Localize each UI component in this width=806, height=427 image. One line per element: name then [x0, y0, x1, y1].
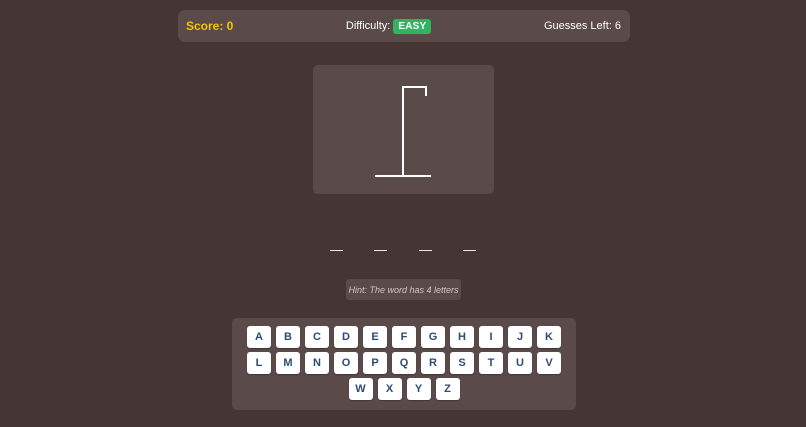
letter-key-y[interactable]: Y [406, 378, 431, 400]
letter-key-o[interactable]: O [334, 352, 358, 374]
letter-key-a[interactable]: A [247, 326, 271, 348]
letter-key-e[interactable]: E [363, 326, 387, 348]
letter-key-j[interactable]: J [508, 326, 532, 348]
letter-key-b[interactable]: B [276, 326, 300, 348]
letter-key-h[interactable]: H [450, 326, 474, 348]
gallows-panel [313, 65, 494, 194]
difficulty-badge: EASY [393, 18, 432, 34]
word-slots [330, 236, 476, 251]
letter-keyboard: ABCDEFGHIJK LMNOPQRSTUV WXYZ [232, 318, 576, 410]
hint-box: Hint: The word has 4 letters [346, 279, 461, 300]
letter-key-i[interactable]: I [479, 326, 503, 348]
status-bar: Score: 0 Difficulty: EASY Guesses Left: … [178, 10, 630, 42]
guesses-left-label: Guesses Left: 6 [543, 20, 621, 32]
keyboard-row: WXYZ [232, 378, 576, 400]
letter-key-u[interactable]: U [508, 352, 532, 374]
letter-slot [418, 236, 432, 251]
letter-key-f[interactable]: F [392, 326, 416, 348]
letter-key-w[interactable]: W [348, 378, 373, 400]
letter-key-s[interactable]: S [450, 352, 474, 374]
letter-key-k[interactable]: K [537, 326, 561, 348]
letter-key-d[interactable]: D [334, 326, 358, 348]
keyboard-row: LMNOPQRSTUV [232, 352, 576, 374]
score-label: Score: 0 [186, 19, 234, 33]
letter-key-z[interactable]: Z [435, 378, 460, 400]
letter-key-n[interactable]: N [305, 352, 329, 374]
letter-key-m[interactable]: M [276, 352, 300, 374]
letter-key-v[interactable]: V [537, 352, 561, 374]
gallows-drawing [375, 86, 431, 177]
letter-slot [330, 236, 343, 251]
letter-key-l[interactable]: L [247, 352, 271, 374]
difficulty-indicator: Difficulty: EASY [345, 18, 432, 34]
letter-key-x[interactable]: X [377, 378, 402, 400]
letter-key-r[interactable]: R [421, 352, 445, 374]
difficulty-label: Difficulty: [345, 20, 391, 32]
letter-slot [374, 236, 388, 251]
letter-key-c[interactable]: C [305, 326, 329, 348]
keyboard-row: ABCDEFGHIJK [232, 326, 576, 348]
letter-key-g[interactable]: G [421, 326, 445, 348]
letter-key-t[interactable]: T [479, 352, 503, 374]
letter-slot [462, 236, 476, 251]
letter-key-p[interactable]: P [363, 352, 387, 374]
letter-key-q[interactable]: Q [392, 352, 416, 374]
